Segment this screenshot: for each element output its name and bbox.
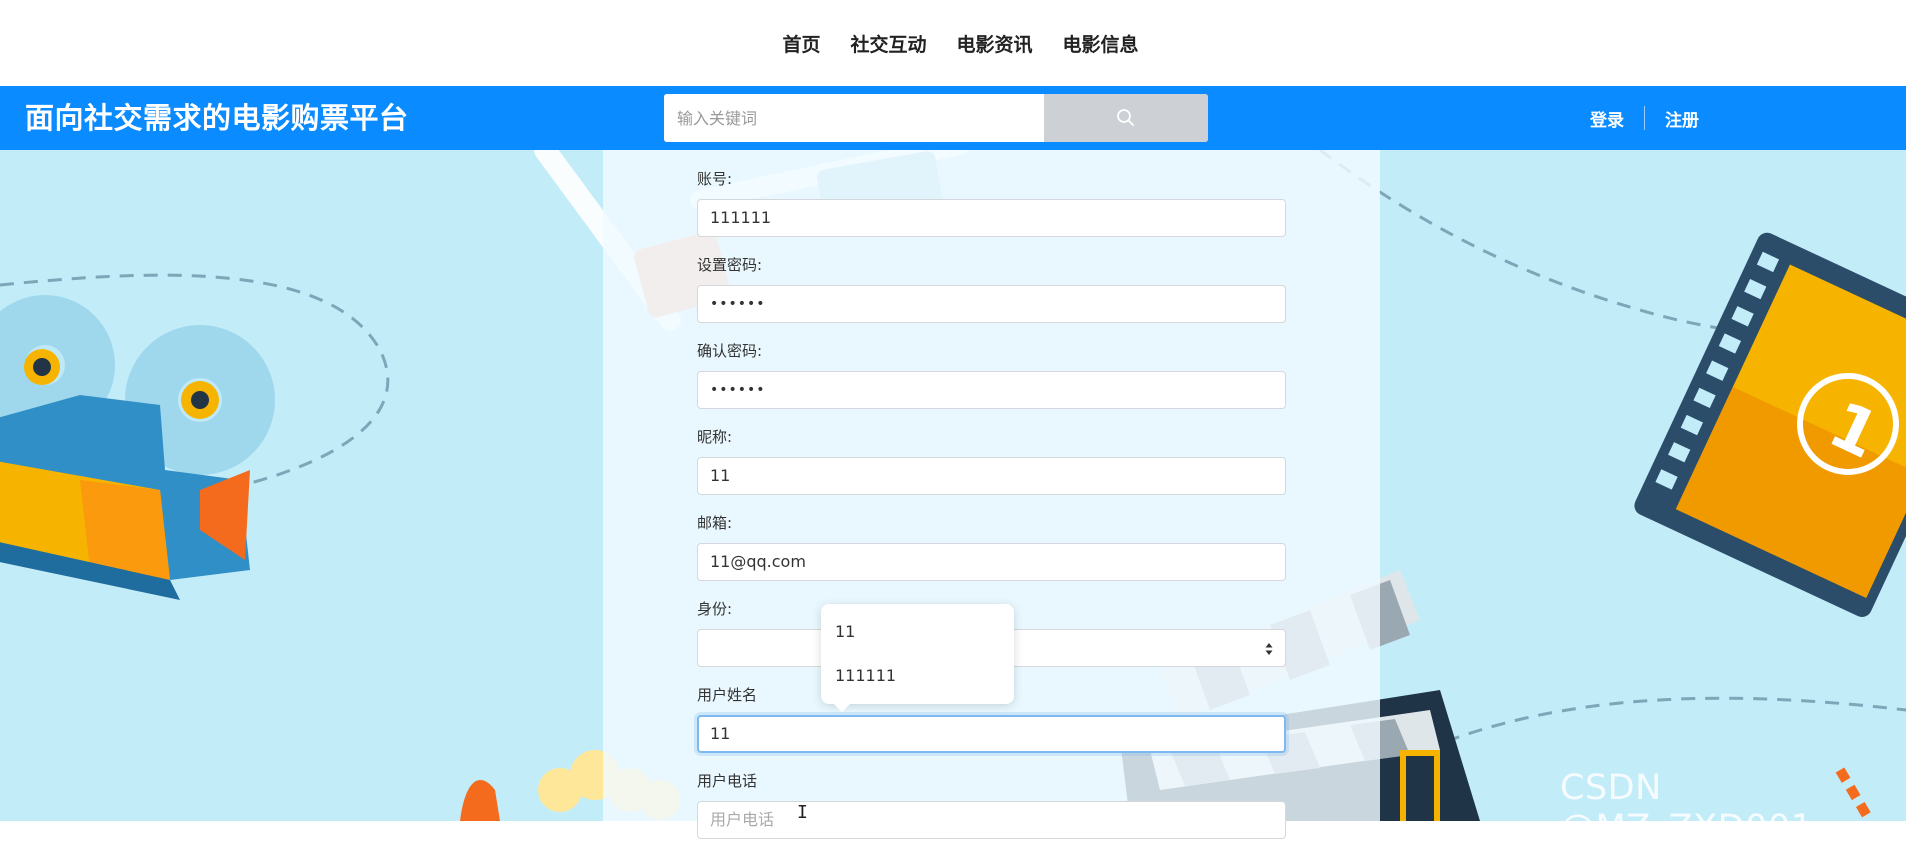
search-icon bbox=[1117, 109, 1134, 126]
autocomplete-option[interactable]: 111111 bbox=[835, 666, 896, 685]
realname-label: 用户姓名 bbox=[697, 686, 758, 704]
nickname-field[interactable]: 11 bbox=[697, 457, 1286, 495]
search-button[interactable] bbox=[1044, 94, 1208, 142]
select-caret-icon bbox=[1265, 643, 1273, 655]
account-label: 账号: bbox=[697, 170, 733, 188]
email-field[interactable]: 11@qq.com bbox=[697, 543, 1286, 581]
phone-field[interactable]: 用户电话 bbox=[697, 801, 1286, 839]
text-cursor-icon: I bbox=[797, 802, 808, 823]
realname-field[interactable]: 11 bbox=[697, 715, 1286, 753]
confirm-password-label: 确认密码: bbox=[697, 342, 763, 360]
nav-social[interactable]: 社交互动 bbox=[850, 30, 926, 57]
autocomplete-option[interactable]: 11 bbox=[835, 622, 855, 641]
nav-movie-info[interactable]: 电影信息 bbox=[1063, 30, 1139, 57]
search-input[interactable] bbox=[664, 94, 1044, 142]
nickname-label: 昵称: bbox=[697, 428, 733, 446]
register-link[interactable]: 注册 bbox=[1665, 106, 1699, 131]
top-navigation: 首页 社交互动 电影资讯 电影信息 bbox=[0, 0, 1906, 86]
watermark: CSDN @MZ_ZXD001 bbox=[1560, 768, 1814, 848]
account-field[interactable]: 111111 bbox=[697, 199, 1286, 237]
header-bar: 面向社交需求的电影购票平台 登录 注册 bbox=[0, 86, 1906, 150]
confirm-password-field[interactable]: •••••• bbox=[697, 371, 1286, 409]
site-brand[interactable]: 面向社交需求的电影购票平台 bbox=[25, 86, 409, 150]
identity-label: 身份: bbox=[697, 600, 733, 618]
search-box bbox=[664, 94, 1208, 142]
password-label: 设置密码: bbox=[697, 256, 763, 274]
auth-divider bbox=[1644, 106, 1645, 130]
login-link[interactable]: 登录 bbox=[1590, 106, 1624, 131]
auth-links: 登录 注册 bbox=[1590, 86, 1699, 150]
nav-home[interactable]: 首页 bbox=[782, 30, 820, 57]
email-label: 邮箱: bbox=[697, 514, 733, 532]
nav-movie-news[interactable]: 电影资讯 bbox=[957, 30, 1033, 57]
autocomplete-dropdown: 11 111111 bbox=[821, 604, 1014, 712]
password-field[interactable]: •••••• bbox=[697, 285, 1286, 323]
phone-label: 用户电话 bbox=[697, 772, 758, 790]
